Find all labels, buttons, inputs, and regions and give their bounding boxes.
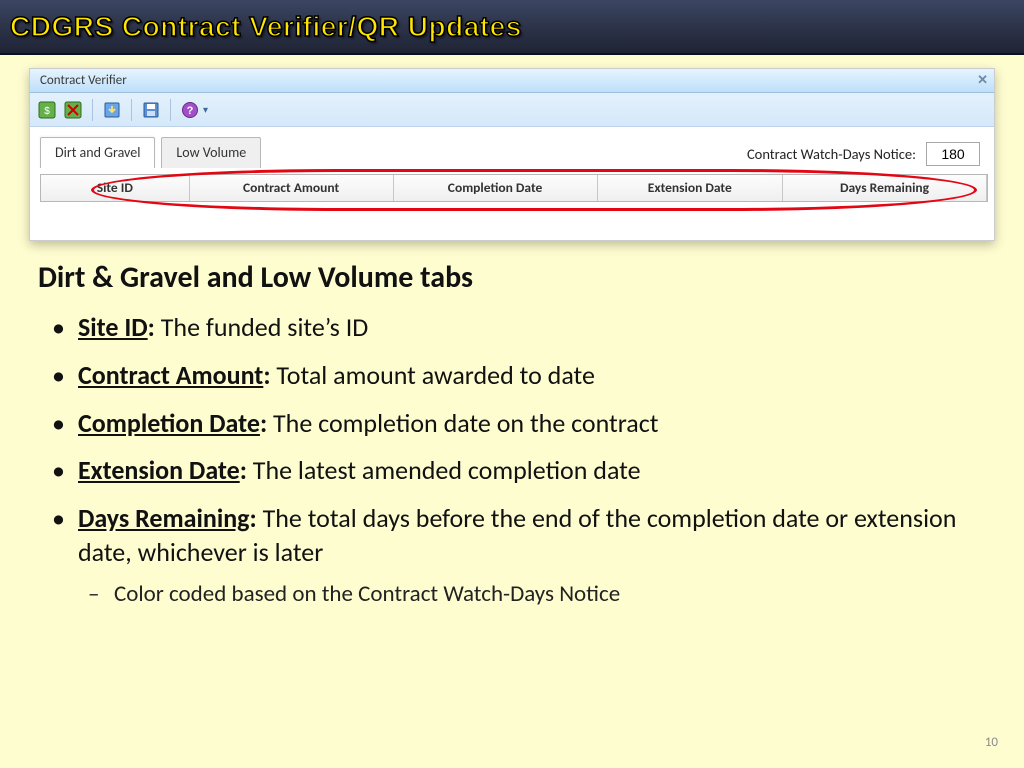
watch-days-label: Contract Watch-Days Notice: [747,145,916,163]
help-dropdown[interactable]: ? ▾ [179,99,208,121]
tab-dirt-and-gravel[interactable]: Dirt and Gravel [40,137,155,168]
bullet-days-remaining: Days Remaining: The total days before th… [38,502,986,609]
window-title-bar: Contract Verifier ✕ [30,69,994,93]
page-number: 10 [985,735,998,750]
bullet-site-id: Site ID: The funded site’s ID [38,311,986,345]
save-icon[interactable] [140,99,162,121]
tab-low-volume[interactable]: Low Volume [161,137,261,168]
sub-bullet-color-coding: Color coded based on the Contract Watch-… [78,580,986,610]
chevron-down-icon: ▾ [203,103,208,116]
slide-content: Dirt & Gravel and Low Volume tabs Site I… [38,259,986,610]
contract-verifier-window: Contract Verifier ✕ $ ? ▾ Dirt and Grave… [29,68,995,241]
toolbar: $ ? ▾ [30,93,994,127]
svg-text:?: ? [187,105,194,117]
work-area: Dirt and Gravel Low Volume Contract Watc… [30,127,994,202]
svg-text:$: $ [44,106,50,117]
toolbar-separator [92,99,93,121]
toolbar-separator [170,99,171,121]
col-days-remaining[interactable]: Days Remaining [783,175,987,201]
bullet-extension-date: Extension Date: The latest amended compl… [38,454,986,488]
data-export-icon[interactable] [101,99,123,121]
watch-days-input[interactable] [926,142,980,166]
content-heading: Dirt & Gravel and Low Volume tabs [38,259,986,296]
toolbar-separator [131,99,132,121]
bullet-completion-date: Completion Date: The completion date on … [38,407,986,441]
grid-header: Site ID Contract Amount Completion Date … [40,174,988,202]
watch-days-group: Contract Watch-Days Notice: [747,142,988,166]
bullet-list: Site ID: The funded site’s ID Contract A… [38,311,986,610]
col-completion-date[interactable]: Completion Date [394,175,598,201]
col-site-id[interactable]: Site ID [41,175,190,201]
col-contract-amount[interactable]: Contract Amount [190,175,394,201]
excel-export-icon[interactable]: $ [36,99,58,121]
help-icon[interactable]: ? [179,99,201,121]
excel-delete-icon[interactable] [62,99,84,121]
slide-title-bar: CDGRS Contract Verifier/QR Updates [0,0,1024,55]
window-title: Contract Verifier [40,73,127,88]
close-icon[interactable]: ✕ [977,73,988,88]
slide-title: CDGRS Contract Verifier/QR Updates [10,11,522,43]
bullet-contract-amount: Contract Amount: Total amount awarded to… [38,359,986,393]
col-extension-date[interactable]: Extension Date [598,175,784,201]
